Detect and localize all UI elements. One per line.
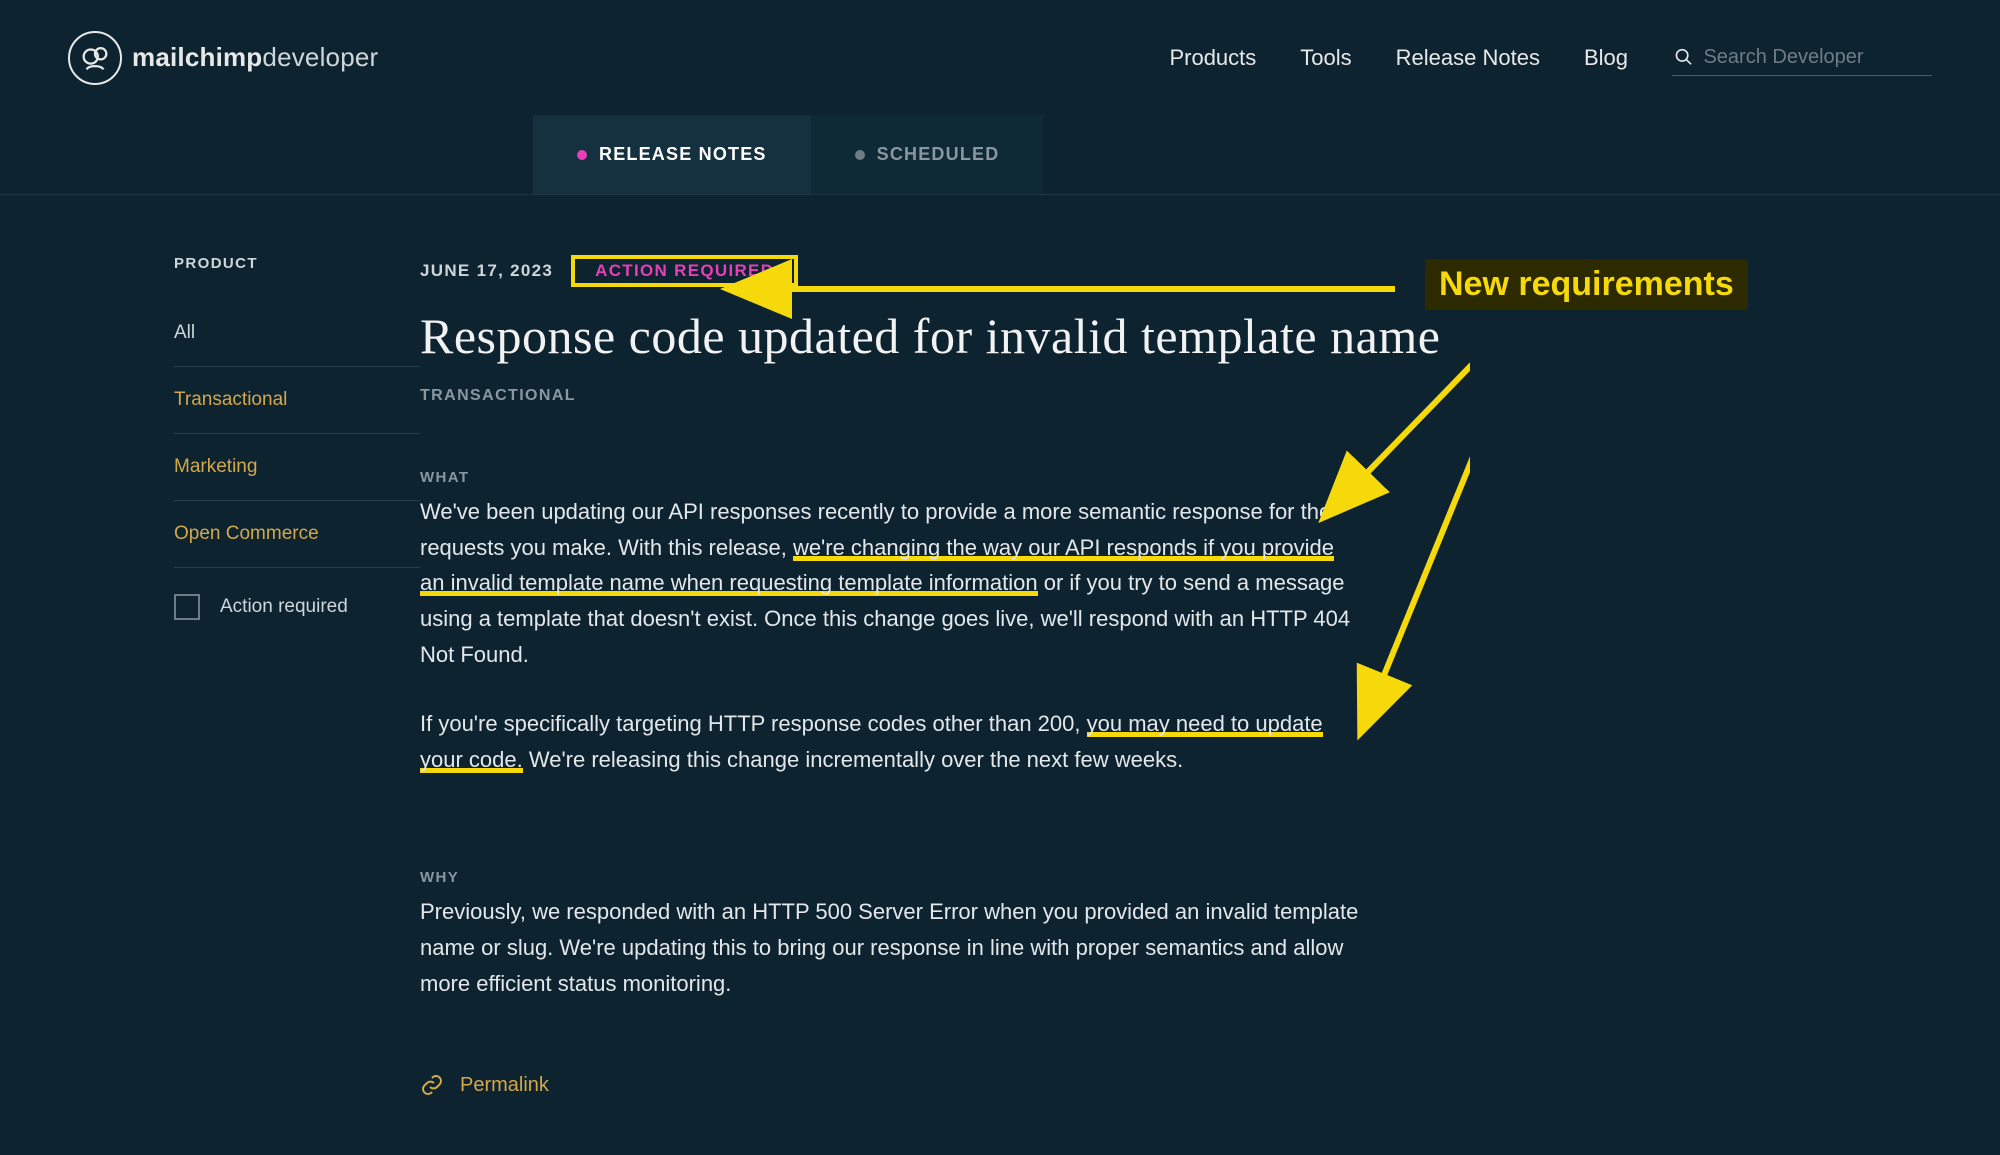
- logo-text: mailchimpdeveloper: [132, 42, 378, 73]
- article-category: TRANSACTIONAL: [420, 387, 1470, 405]
- tab-scheduled[interactable]: SCHEDULED: [811, 115, 1044, 194]
- primary-nav: Products Tools Release Notes Blog: [1169, 40, 1932, 76]
- why-label: WHY: [420, 869, 1470, 886]
- sidebar-item-open-commerce[interactable]: Open Commerce: [174, 501, 420, 568]
- what-paragraph-2: If you're specifically targeting HTTP re…: [420, 706, 1360, 777]
- permalink-label: Permalink: [460, 1074, 549, 1097]
- search-box[interactable]: [1672, 40, 1932, 76]
- article-date: JUNE 17, 2023: [420, 261, 553, 281]
- tabs-row: RELEASE NOTES SCHEDULED: [0, 115, 2000, 195]
- tab-label: RELEASE NOTES: [599, 144, 767, 165]
- action-required-filter[interactable]: Action required: [174, 568, 420, 620]
- tab-release-notes[interactable]: RELEASE NOTES: [533, 115, 811, 194]
- annotation-callout: New requirements: [1425, 259, 1748, 310]
- nav-blog[interactable]: Blog: [1584, 45, 1628, 71]
- checkbox-icon[interactable]: [174, 594, 200, 620]
- sidebar-item-marketing[interactable]: Marketing: [174, 434, 420, 501]
- what-paragraph-1: We've been updating our API responses re…: [420, 494, 1360, 672]
- article-meta: JUNE 17, 2023 ACTION REQUIRED: [420, 255, 1470, 287]
- link-icon: [420, 1073, 444, 1097]
- release-note-article: JUNE 17, 2023 ACTION REQUIRED Response c…: [420, 255, 1470, 1097]
- search-icon: [1674, 46, 1693, 68]
- nav-tools[interactable]: Tools: [1300, 45, 1351, 71]
- why-paragraph-1: Previously, we responded with an HTTP 50…: [420, 894, 1360, 1001]
- annotation-arrow-icon: [1380, 317, 1470, 685]
- what-label: WHAT: [420, 469, 1470, 486]
- sidebar-item-all[interactable]: All: [174, 300, 420, 367]
- permalink-link[interactable]: Permalink: [420, 1073, 1470, 1097]
- logo-mark-icon: [68, 31, 122, 85]
- search-input[interactable]: [1703, 46, 1930, 69]
- article-title: Response code updated for invalid templa…: [420, 307, 1470, 365]
- action-required-badge: ACTION REQUIRED: [577, 251, 792, 290]
- site-header: mailchimpdeveloper Products Tools Releas…: [0, 0, 2000, 115]
- sidebar-heading: PRODUCT: [174, 255, 420, 272]
- annotation-highlight-box: ACTION REQUIRED: [571, 255, 798, 287]
- tab-dot-icon: [855, 150, 865, 160]
- nav-products[interactable]: Products: [1169, 45, 1256, 71]
- nav-release-notes[interactable]: Release Notes: [1396, 45, 1540, 71]
- tab-dot-icon: [577, 150, 587, 160]
- logo[interactable]: mailchimpdeveloper: [68, 31, 378, 85]
- sidebar-item-transactional[interactable]: Transactional: [174, 367, 420, 434]
- sidebar: PRODUCT All Transactional Marketing Open…: [0, 255, 420, 1097]
- action-required-label: Action required: [220, 596, 348, 618]
- main-content: PRODUCT All Transactional Marketing Open…: [0, 195, 2000, 1097]
- tab-label: SCHEDULED: [877, 144, 1000, 165]
